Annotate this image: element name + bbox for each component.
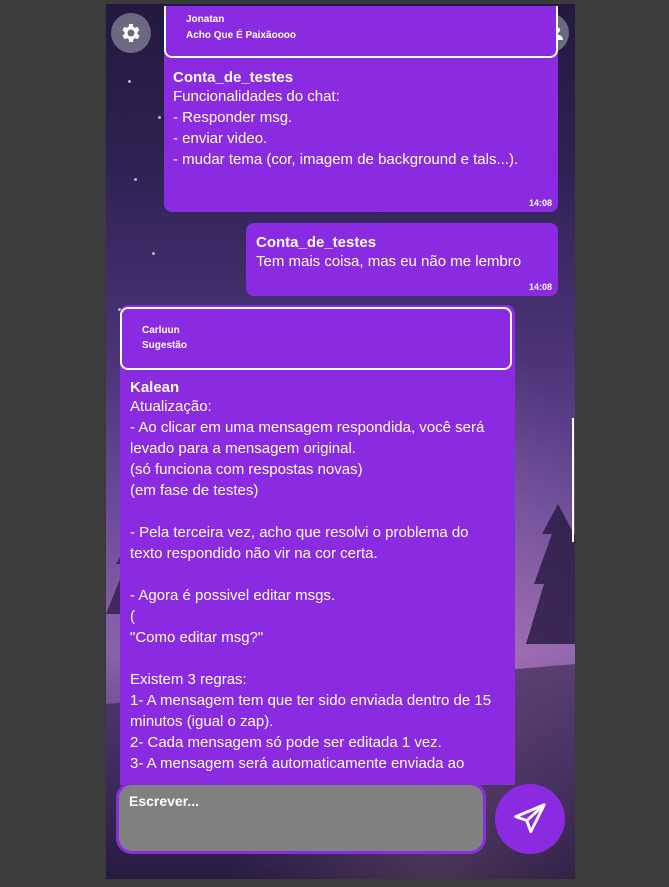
send-icon [514,803,546,834]
message-input-placeholder: Escrever... [129,793,200,809]
message-text: Tem mais coisa, mas eu não me lembro [256,253,522,270]
reply-text: Sugestão [142,340,188,351]
message-text: Atualização: - Ao clicar em uma mensagem… [130,398,492,772]
chat-window: Jonatan Acho Que É Paixãoooo Conta_de_te… [106,4,575,879]
send-button[interactable] [495,784,565,854]
settings-button[interactable] [111,13,151,53]
reply-author: Jonatan [186,14,225,25]
message-composer: Escrever... [106,772,575,879]
gear-icon [122,24,140,42]
message-bubble[interactable]: Jonatan Acho Que É Paixãoooo Conta_de_te… [164,6,558,212]
scrollbar[interactable] [572,418,574,542]
message-sender: Kalean [130,379,180,396]
replied-message-preview[interactable]: Carluun Sugestão [120,307,512,370]
reply-text: Acho Que É Paixãoooo [186,30,297,41]
message-time: 14:08 [528,282,552,292]
message-input[interactable]: Escrever... [116,782,486,854]
message-sender: Conta_de_testes [256,234,377,251]
message-text: Funcionalidades do chat: - Responder msg… [173,88,519,168]
message-sender: Conta_de_testes [173,69,294,86]
reply-author: Carluun [142,325,180,336]
message-bubble[interactable]: Carluun Sugestão Kalean Atualização: - A… [120,305,515,785]
message-bubble[interactable]: Conta_de_testes Tem mais coisa, mas eu n… [246,223,558,296]
message-time: 14:08 [528,198,552,208]
replied-message-preview[interactable]: Jonatan Acho Que É Paixãoooo [164,6,558,58]
